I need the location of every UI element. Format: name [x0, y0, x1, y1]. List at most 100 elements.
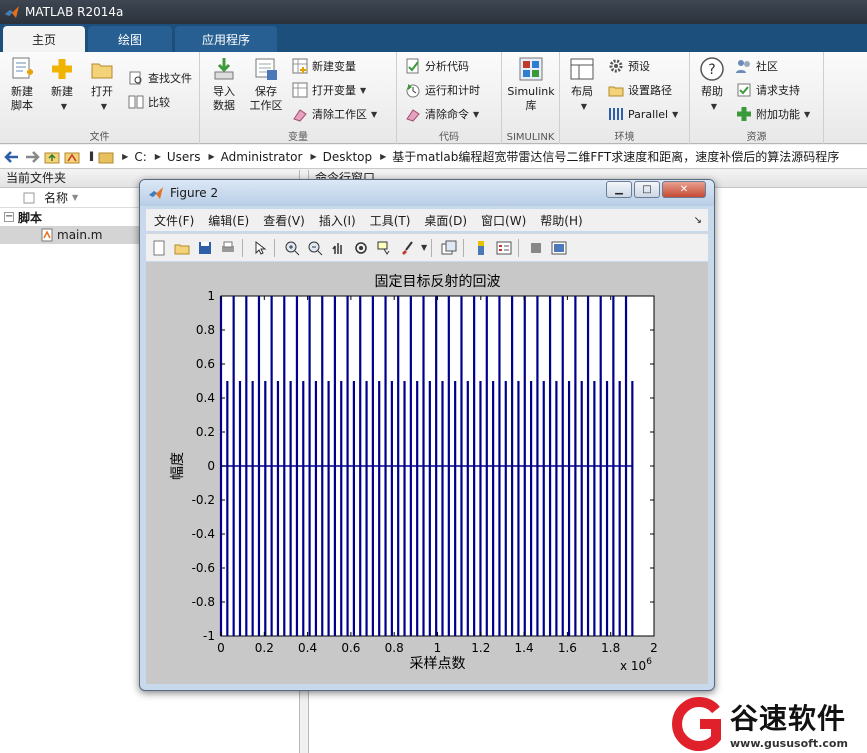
- svg-text:?: ?: [708, 62, 715, 78]
- simulink-library-label: Simulink 库: [507, 85, 555, 112]
- open-file-icon: [174, 244, 190, 254]
- menu-edit[interactable]: 编辑(E): [208, 212, 249, 229]
- toolbar-separator: [463, 238, 465, 257]
- simulink-library-icon: [519, 57, 543, 81]
- browse-folder-icon[interactable]: [64, 149, 80, 165]
- pan-icon: [332, 242, 342, 254]
- crumb-arrow-icon: ▶: [154, 152, 161, 161]
- crumb-arrow-icon: ▶: [310, 152, 317, 161]
- find-files-button[interactable]: 查找文件: [128, 68, 192, 88]
- parallel-button[interactable]: Parallel ▼: [608, 104, 678, 124]
- show-plot-tools-button[interactable]: [549, 238, 569, 258]
- legend-button[interactable]: [494, 238, 514, 258]
- data-cursor-button[interactable]: [374, 238, 394, 258]
- tab-home[interactable]: 主页: [3, 26, 85, 52]
- clear-commands-button[interactable]: 清除命令 ▼: [405, 104, 479, 124]
- maximize-icon: □: [642, 184, 652, 195]
- minimize-button[interactable]: ▁: [606, 181, 632, 198]
- clear-commands-label: 清除命令: [425, 108, 469, 121]
- forward-arrow-icon[interactable]: [24, 149, 40, 165]
- echo-chart[interactable]: 0 0.2 0.4 0.6 0.8 1 1.2 1.4 1.6 1.8 2 1 0.8 0.6 0.4 0.2…: [146, 262, 708, 684]
- run-and-time-button[interactable]: 运行和计时: [405, 80, 480, 100]
- community-button[interactable]: 社区: [736, 56, 778, 76]
- group-variable-label: 变量: [288, 132, 308, 143]
- figure-menubar: 文件(F) 编辑(E) 查看(V) 插入(I) 工具(T) 桌面(D) 窗口(W…: [146, 209, 708, 231]
- set-path-icon: [608, 86, 624, 97]
- y-tick-label: -1: [203, 629, 215, 643]
- menu-tools[interactable]: 工具(T): [370, 212, 411, 229]
- menu-file[interactable]: 文件(F): [154, 212, 194, 229]
- new-script-label: 新建 脚本: [11, 85, 33, 112]
- analyze-code-icon: [406, 58, 419, 74]
- import-data-icon: [214, 58, 234, 80]
- figure-window[interactable]: Figure 2 ▁ □ ✕ 文件(F) 编辑(E) 查看(V) 插入(I) 工…: [139, 179, 715, 691]
- set-path-button[interactable]: 设置路径: [608, 80, 672, 100]
- menu-window[interactable]: 窗口(W): [481, 212, 526, 229]
- preferences-button[interactable]: 预设: [608, 56, 650, 76]
- maximize-button[interactable]: □: [634, 181, 660, 198]
- link-plot-button[interactable]: [439, 238, 459, 258]
- add-ons-button[interactable]: 附加功能 ▼: [736, 104, 810, 124]
- crumb-users[interactable]: Users: [167, 150, 201, 164]
- import-data-button[interactable]: 导入 数据: [204, 56, 244, 113]
- brush-button[interactable]: [397, 238, 417, 258]
- open-dropdown-icon: ▼: [100, 102, 108, 111]
- zoom-in-button[interactable]: [282, 238, 302, 258]
- colorbar-button[interactable]: [471, 238, 491, 258]
- layout-dropdown-icon: ▼: [580, 102, 588, 111]
- open-button[interactable]: 打开 ▼: [82, 56, 122, 114]
- address-bar[interactable]: ▌ ▶ C: ▶ Users ▶ Administrator ▶ Desktop…: [0, 145, 867, 169]
- group-environment: 布局 ▼ 预设 设置路径 Parallel ▼ 环境: [560, 52, 690, 144]
- open-file-button[interactable]: [172, 238, 192, 258]
- menu-view[interactable]: 查看(V): [263, 212, 305, 229]
- gear-icon: [609, 59, 623, 73]
- new-button[interactable]: 新建 ▼: [42, 56, 82, 114]
- crumb-drive[interactable]: C:: [134, 150, 146, 164]
- name-column-label: 名称: [44, 191, 69, 205]
- crumb-desktop[interactable]: Desktop: [323, 150, 373, 164]
- x-tick-label: 0.4: [298, 641, 317, 655]
- plot-area[interactable]: 0 0.2 0.4 0.6 0.8 1 1.2 1.4 1.6 1.8 2 1 0.8 0.6 0.4 0.2…: [146, 262, 708, 684]
- menu-insert[interactable]: 插入(I): [319, 212, 356, 229]
- close-button[interactable]: ✕: [662, 181, 706, 198]
- open-variable-button[interactable]: 打开变量 ▼: [292, 80, 366, 100]
- watermark-logo: 谷速软件 www.gususoft.com: [670, 694, 867, 753]
- legend-icon: [496, 241, 512, 254]
- x-tick-label: 0: [217, 641, 225, 655]
- print-figure-button[interactable]: [218, 238, 238, 258]
- sort-dropdown-icon[interactable]: ▼: [72, 193, 78, 202]
- crumb-project-folder[interactable]: 基于matlab编程超宽带雷达信号二维FFT求速度和距离，速度补偿后的算法源码程…: [392, 148, 839, 165]
- crumb-administrator[interactable]: Administrator: [221, 150, 303, 164]
- simulink-library-button[interactable]: Simulink 库: [504, 56, 558, 113]
- new-variable-button[interactable]: 新建变量: [292, 56, 356, 76]
- new-figure-button[interactable]: [149, 238, 169, 258]
- brush-dropdown-icon[interactable]: ▼: [421, 243, 427, 252]
- show-tools-icon: [551, 241, 567, 254]
- group-code: 分析代码 运行和计时 清除命令 ▼ 代码: [397, 52, 502, 144]
- menu-dock-arrow-icon[interactable]: ↘: [694, 215, 702, 226]
- new-figure-icon: [153, 240, 165, 255]
- compare-button[interactable]: 比较: [128, 92, 170, 112]
- tab-apps[interactable]: 应用程序: [175, 26, 277, 52]
- new-script-button[interactable]: 新建 脚本: [2, 56, 42, 113]
- up-folder-icon[interactable]: [44, 149, 60, 165]
- menu-desktop[interactable]: 桌面(D): [424, 212, 467, 229]
- collapse-icon[interactable]: −: [4, 212, 14, 222]
- back-arrow-icon[interactable]: [4, 149, 20, 165]
- analyze-code-button[interactable]: 分析代码: [405, 56, 469, 76]
- layout-button[interactable]: 布局 ▼: [562, 56, 602, 114]
- tab-plots[interactable]: 绘图: [88, 26, 172, 52]
- pan-button[interactable]: [328, 238, 348, 258]
- save-figure-button[interactable]: [195, 238, 215, 258]
- pointer-button[interactable]: [250, 238, 270, 258]
- menu-help[interactable]: 帮助(H): [540, 212, 582, 229]
- hide-plot-tools-button[interactable]: [526, 238, 546, 258]
- zoom-out-button[interactable]: [305, 238, 325, 258]
- request-support-button[interactable]: 请求支持: [736, 80, 800, 100]
- save-workspace-button[interactable]: 保存 工作区: [244, 56, 288, 113]
- crumb-arrow-icon: ▶: [380, 152, 387, 161]
- help-button[interactable]: ? 帮助 ▼: [692, 56, 732, 114]
- file-label: main.m: [57, 228, 103, 242]
- rotate-button[interactable]: [351, 238, 371, 258]
- clear-workspace-button[interactable]: 清除工作区 ▼: [292, 104, 377, 124]
